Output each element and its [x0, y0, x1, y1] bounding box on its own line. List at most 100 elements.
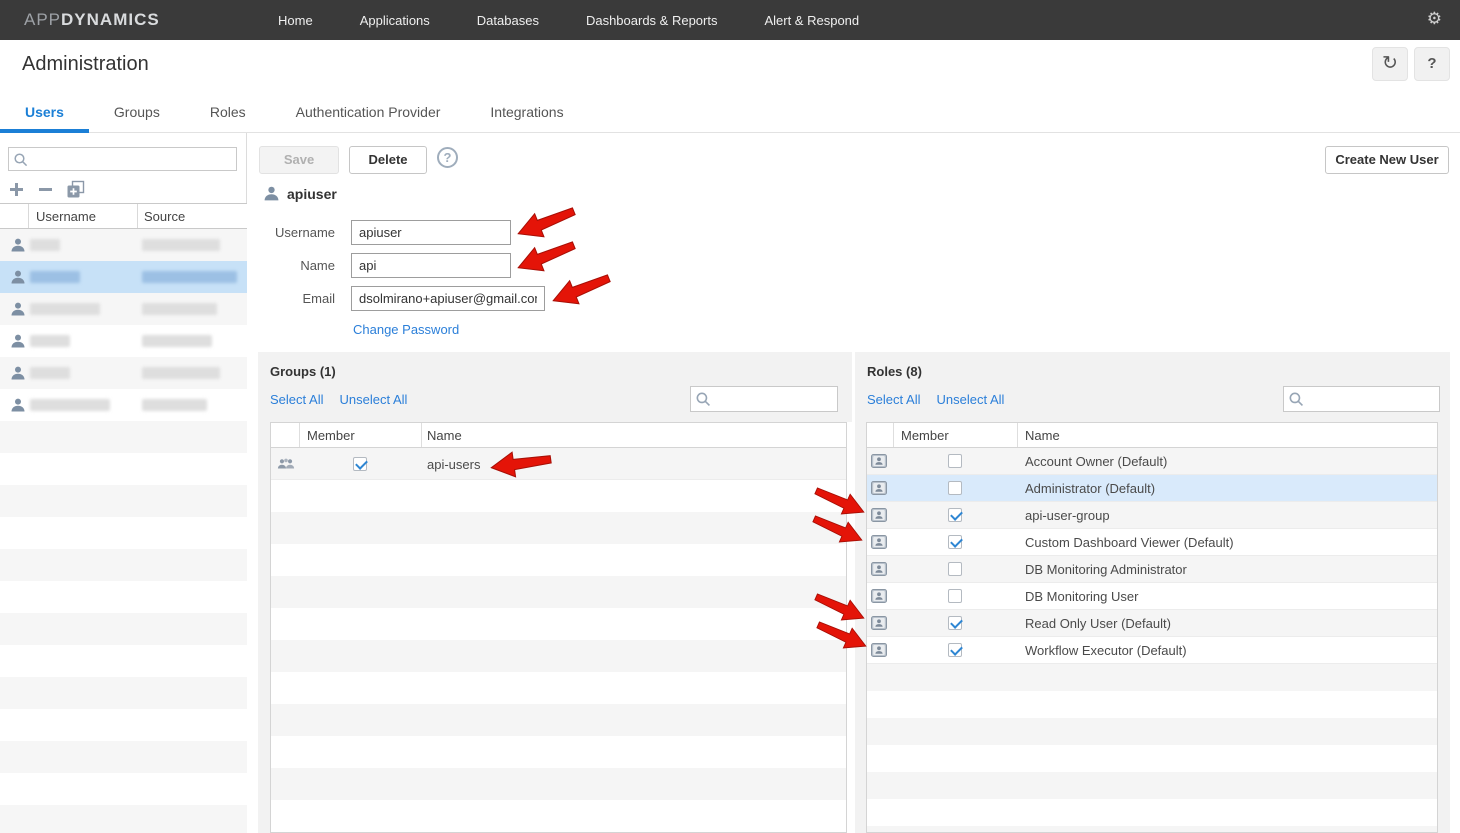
user-row[interactable] [0, 389, 247, 421]
roles-panel: Roles (8) Select All Unselect All Member [855, 352, 1450, 833]
nav-item-alert-respond[interactable]: Alert & Respond [764, 13, 859, 28]
email-field[interactable] [351, 286, 545, 311]
empty-row [0, 805, 247, 833]
help-button[interactable]: ? [1414, 47, 1450, 81]
empty-row [867, 745, 1437, 772]
role-member-checkbox[interactable] [948, 616, 962, 630]
roles-select-all-link[interactable]: Select All [867, 392, 920, 407]
nav-item-dashboards-reports[interactable]: Dashboards & Reports [586, 13, 718, 28]
role-row[interactable]: api-user-group [867, 502, 1437, 529]
groups-search-box [690, 386, 838, 412]
role-row[interactable]: Custom Dashboard Viewer (Default) [867, 529, 1437, 556]
empty-row [0, 581, 247, 613]
user-row[interactable] [0, 357, 247, 389]
main-pane: Save Delete ? Create New User apiuser Us… [247, 133, 1460, 833]
empty-row [0, 421, 247, 453]
tab-groups[interactable]: Groups [89, 92, 185, 132]
create-new-user-button[interactable]: Create New User [1325, 146, 1449, 174]
user-search-box [8, 147, 237, 171]
role-row[interactable]: Workflow Executor (Default) [867, 637, 1437, 664]
nav-item-home[interactable]: Home [278, 13, 313, 28]
nav-item-databases[interactable]: Databases [477, 13, 539, 28]
groups-table-header: Member Name [271, 423, 846, 448]
role-row[interactable]: DB Monitoring User [867, 583, 1437, 610]
tab-users[interactable]: Users [0, 92, 89, 132]
save-button[interactable]: Save [259, 146, 339, 174]
role-badge-icon [871, 508, 887, 522]
roles-column-member: Member [901, 428, 949, 443]
add-user-icon[interactable] [8, 181, 25, 198]
role-name: Read Only User (Default) [1025, 616, 1171, 631]
empty-row [867, 826, 1437, 832]
role-member-checkbox[interactable] [948, 589, 962, 603]
redacted-username [30, 399, 110, 411]
role-member-checkbox[interactable] [948, 535, 962, 549]
tab-roles[interactable]: Roles [185, 92, 271, 132]
groups-scrollbar-track[interactable] [847, 422, 852, 833]
empty-row [271, 672, 846, 704]
group-row[interactable]: api-users [271, 448, 846, 480]
group-member-checkbox[interactable] [353, 457, 367, 471]
role-member-checkbox[interactable] [948, 454, 962, 468]
groups-select-all-link[interactable]: Select All [270, 392, 323, 407]
role-member-checkbox[interactable] [948, 481, 962, 495]
sidebar-user-rows [0, 229, 247, 833]
role-row[interactable]: Account Owner (Default) [867, 448, 1437, 475]
groups-unselect-all-link[interactable]: Unselect All [339, 392, 407, 407]
empty-row [867, 799, 1437, 826]
remove-user-icon[interactable] [37, 181, 54, 198]
user-row[interactable] [0, 293, 247, 325]
name-label: Name [247, 258, 335, 273]
refresh-button[interactable]: ↻ [1372, 47, 1408, 81]
empty-row [0, 709, 247, 741]
empty-row [0, 485, 247, 517]
username-field[interactable] [351, 220, 511, 245]
empty-row [0, 517, 247, 549]
role-row[interactable]: Read Only User (Default) [867, 610, 1437, 637]
redacted-source [142, 367, 220, 379]
empty-row [271, 576, 846, 608]
role-badge-icon [871, 562, 887, 576]
nav-item-applications[interactable]: Applications [360, 13, 430, 28]
groups-panel-title: Groups (1) [270, 364, 336, 379]
role-name: api-user-group [1025, 508, 1110, 523]
user-row[interactable] [0, 261, 247, 293]
delete-button[interactable]: Delete [349, 146, 427, 174]
user-row[interactable] [0, 325, 247, 357]
users-sidebar: Username Source [0, 133, 247, 833]
role-member-checkbox[interactable] [948, 643, 962, 657]
empty-row [0, 741, 247, 773]
role-badge-icon [871, 481, 887, 495]
column-source: Source [144, 209, 185, 224]
user-search-input[interactable] [33, 148, 233, 170]
search-icon [1288, 391, 1305, 413]
groups-panel: Groups (1) Select All Unselect All Membe [258, 352, 852, 833]
username-label: Username [247, 225, 335, 240]
empty-row [271, 640, 846, 672]
roles-unselect-all-link[interactable]: Unselect All [936, 392, 1004, 407]
user-row[interactable] [0, 229, 247, 261]
roles-table: Member Name Account Owner (Default)Admin… [866, 422, 1438, 833]
role-row[interactable]: DB Monitoring Administrator [867, 556, 1437, 583]
empty-row [867, 691, 1437, 718]
duplicate-user-icon[interactable] [66, 180, 85, 199]
groups-search-input[interactable] [717, 388, 827, 410]
tab-integrations[interactable]: Integrations [465, 92, 588, 132]
role-row[interactable]: Administrator (Default) [867, 475, 1437, 502]
user-icon [10, 365, 26, 381]
empty-row [271, 608, 846, 640]
toolbar-help-icon[interactable]: ? [437, 147, 458, 168]
name-field[interactable] [351, 253, 511, 278]
tab-authentication-provider[interactable]: Authentication Provider [271, 92, 466, 132]
redacted-username [30, 271, 80, 283]
change-password-link[interactable]: Change Password [353, 322, 459, 337]
role-badge-icon [871, 454, 887, 468]
role-member-checkbox[interactable] [948, 562, 962, 576]
empty-row [271, 480, 846, 512]
roles-search-input[interactable] [1310, 388, 1420, 410]
role-member-checkbox[interactable] [948, 508, 962, 522]
settings-gear-icon[interactable]: ⚙ [1427, 9, 1442, 29]
annotation-arrow-name [512, 232, 580, 280]
empty-row [271, 768, 846, 800]
groups-panel-links: Select All Unselect All [270, 392, 407, 407]
